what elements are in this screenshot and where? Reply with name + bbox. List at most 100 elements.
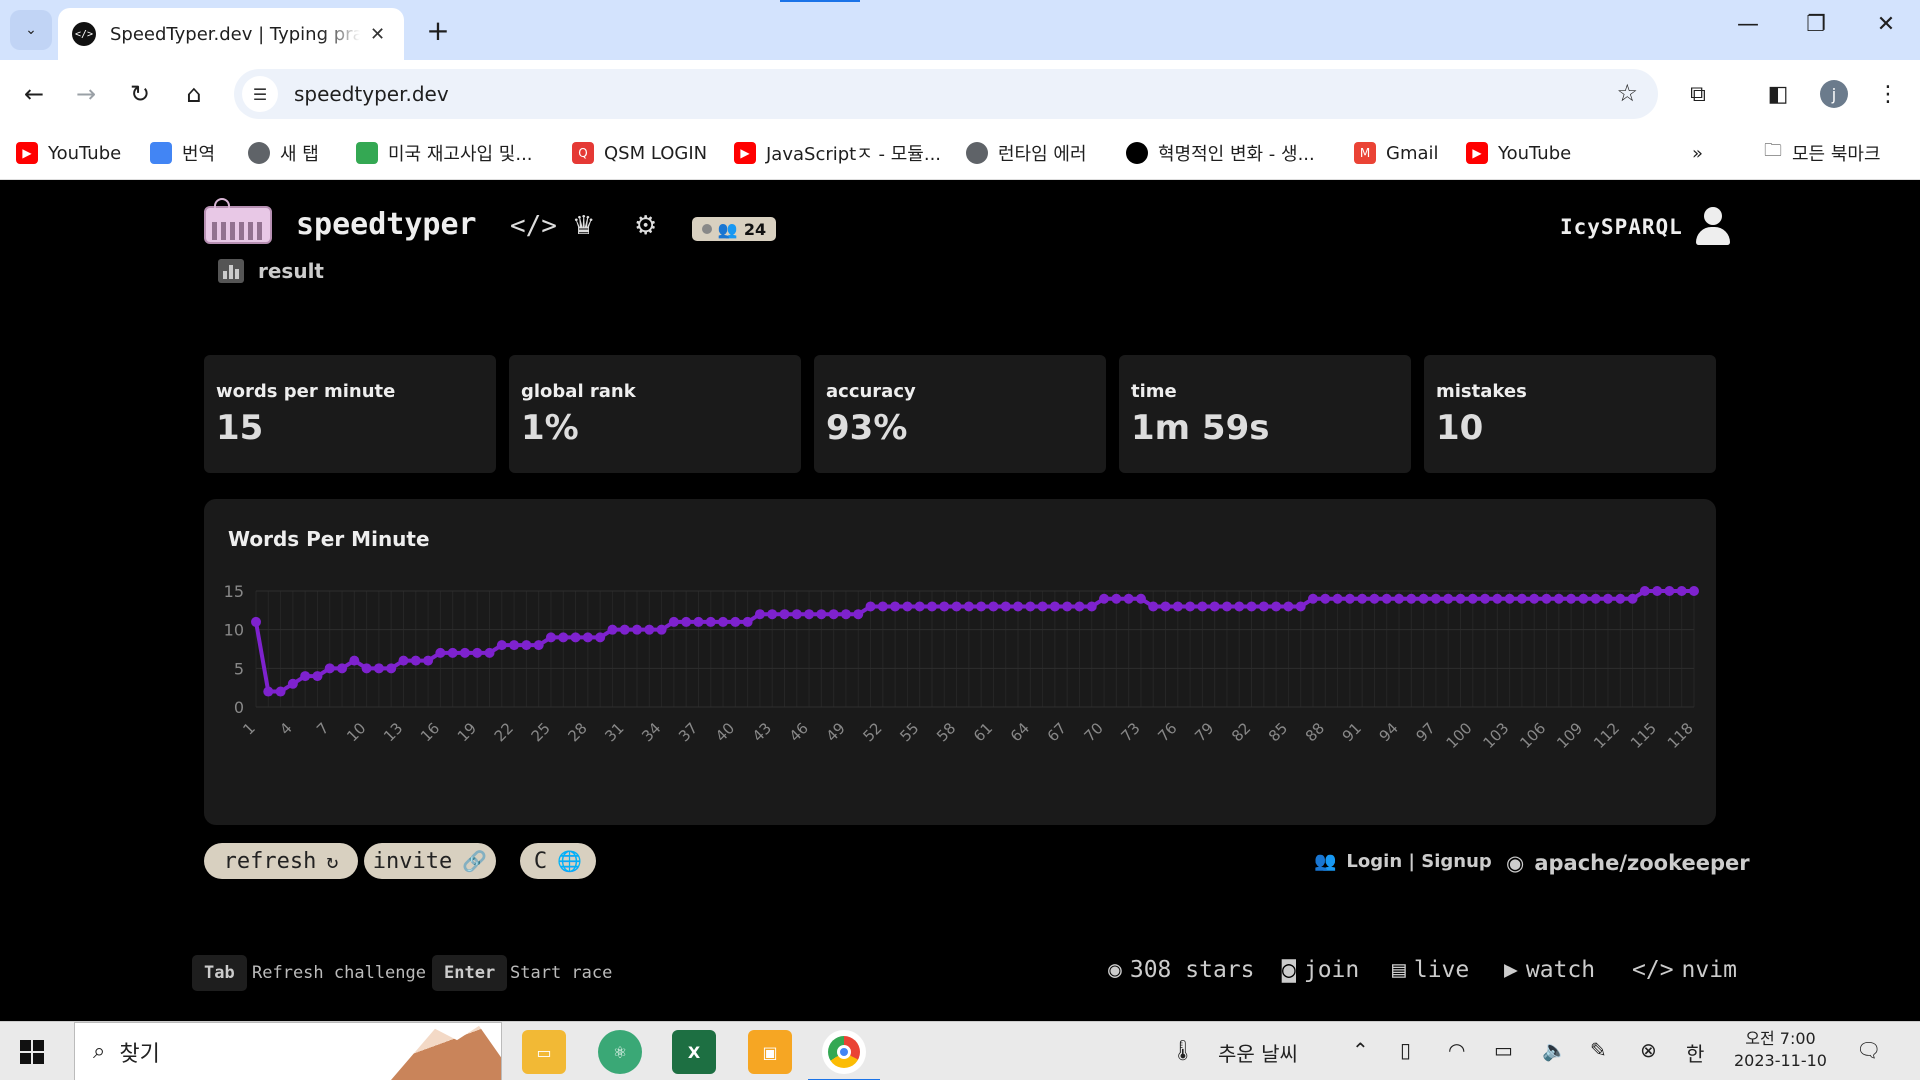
x-tick-label: 73 — [1118, 719, 1144, 745]
bookmark-item[interactable]: M Gmail — [1354, 138, 1439, 168]
battery-icon[interactable]: ▭ — [1494, 1038, 1513, 1062]
x-tick-label: 28 — [564, 719, 590, 745]
wpm-data-point — [1357, 593, 1368, 604]
bookmark-item[interactable]: ▶ YouTube — [1466, 138, 1571, 168]
bookmark-item[interactable]: 번역 — [150, 138, 215, 168]
gear-icon[interactable]: ⚙ — [634, 211, 657, 241]
side-panel-icon[interactable]: ◧ — [1760, 76, 1796, 112]
active-tab[interactable]: </> SpeedTyper.dev | Typing practice ✕ — [58, 8, 404, 60]
wpm-data-point — [853, 609, 864, 620]
wpm-data-point — [1394, 593, 1405, 604]
invite-button[interactable]: invite 🔗 — [364, 843, 496, 879]
volume-icon[interactable]: 🔈 — [1542, 1038, 1567, 1062]
atom-app-icon[interactable]: ⚛ — [598, 1030, 642, 1074]
restore-icon[interactable]: ❐ — [1796, 12, 1836, 37]
reload-icon[interactable]: ↻ — [120, 74, 160, 114]
weather-label[interactable]: 추운 날씨 — [1218, 1038, 1298, 1067]
bookmark-item[interactable]: ▶ YouTube — [16, 138, 121, 168]
window-close-icon[interactable]: ✕ — [1866, 12, 1906, 37]
stat-label: global rank — [521, 381, 636, 402]
repo-link[interactable]: ◉ apache/zookeeper — [1506, 851, 1750, 875]
clock-time: 오전 7:00 — [1745, 1029, 1816, 1048]
tab-key: Tab — [192, 955, 247, 991]
chevron-down-icon: ⌄ — [25, 22, 37, 38]
wpm-data-point — [1553, 593, 1564, 604]
online-users-badge[interactable]: 👥 24 — [692, 217, 776, 241]
pen-icon[interactable]: ✎ — [1590, 1038, 1607, 1062]
site-info-icon[interactable]: ☰ — [242, 76, 278, 112]
bookmark-label: 런타임 에러 — [998, 144, 1087, 165]
login-signup-link[interactable]: 👥 Login | Signup — [1314, 851, 1492, 872]
notifications-icon[interactable]: 🗨 — [1856, 1038, 1881, 1062]
language-button[interactable]: C 🌐 — [520, 843, 596, 879]
chrome-icon[interactable] — [808, 1030, 880, 1080]
forward-icon[interactable]: → — [66, 74, 106, 114]
bookmark-item[interactable]: Q QSM LOGIN — [572, 138, 707, 168]
discord-join-link[interactable]: ◙ join — [1282, 957, 1359, 983]
close-icon[interactable]: ✕ — [370, 24, 385, 45]
file-explorer-icon[interactable]: ▭ — [522, 1030, 566, 1074]
home-icon[interactable]: ⌂ — [174, 74, 214, 114]
username[interactable]: IcySPARQL — [1560, 215, 1683, 239]
wpm-data-point — [324, 663, 335, 674]
menu-kebab-icon[interactable]: ⋮ — [1870, 76, 1906, 112]
x-tick-label: 76 — [1154, 719, 1180, 745]
wpm-data-point — [902, 601, 913, 612]
excel-icon[interactable]: X — [672, 1030, 716, 1074]
profile-avatar[interactable]: j — [1820, 80, 1848, 108]
minimize-icon[interactable]: — — [1728, 12, 1768, 37]
windows-start-icon[interactable] — [20, 1040, 44, 1064]
extensions-icon[interactable]: ⧉ — [1680, 76, 1716, 112]
live-label: live — [1413, 957, 1470, 983]
refresh-button[interactable]: refresh ↻ — [204, 843, 358, 879]
twitch-live-link[interactable]: ▤ live — [1392, 957, 1469, 983]
notes-app-icon[interactable]: ▣ — [748, 1030, 792, 1074]
github-stars-link[interactable]: ◉ 308 stars — [1108, 957, 1254, 983]
wpm-data-point — [312, 671, 323, 682]
new-tab-button[interactable]: + — [418, 10, 458, 50]
wpm-data-point — [828, 609, 839, 620]
bookmark-item[interactable]: 새 탭 — [248, 138, 319, 168]
wpm-data-point — [1111, 593, 1122, 604]
address-bar[interactable]: ☰ speedtyper.dev ☆ — [234, 69, 1658, 119]
nvim-link[interactable]: </> nvim — [1632, 957, 1737, 983]
back-icon[interactable]: ← — [14, 74, 54, 114]
crown-icon[interactable]: ♛ — [572, 211, 595, 241]
wpm-data-point — [632, 624, 643, 635]
wifi-icon[interactable]: ◠ — [1448, 1038, 1465, 1062]
bookmark-item[interactable]: 미국 재고사입 및... — [356, 138, 533, 168]
x-tick-label: 37 — [675, 719, 701, 745]
youtube-watch-link[interactable]: ▶ watch — [1504, 957, 1595, 983]
meet-icon[interactable]: ▯ — [1400, 1038, 1411, 1062]
search-placeholder: 찾기 — [119, 1041, 160, 1067]
keyboard-logo-icon[interactable] — [204, 198, 272, 244]
bookmark-item[interactable]: 혁명적인 변화 - 생... — [1126, 138, 1315, 168]
wpm-data-point — [926, 601, 937, 612]
blocked-icon[interactable]: ⊗ — [1640, 1038, 1657, 1062]
all-bookmarks-folder[interactable]: 🗀 모든 북마크 — [1764, 138, 1881, 168]
bookmark-label: 혁명적인 변화 - 생... — [1158, 144, 1315, 165]
tab-search-button[interactable]: ⌄ — [10, 10, 52, 50]
browser-tabstrip: ⌄ </> SpeedTyper.dev | Typing practice ✕… — [0, 0, 1920, 60]
chevron-up-icon[interactable]: ⌃ — [1352, 1038, 1369, 1062]
user-icon[interactable] — [1696, 207, 1730, 245]
bookmark-star-icon[interactable]: ☆ — [1616, 79, 1638, 107]
weather-icon[interactable]: 🌡 — [1170, 1038, 1195, 1062]
ime-indicator[interactable]: 한 — [1686, 1038, 1704, 1067]
brand-title[interactable]: speedtyper — [296, 207, 477, 242]
bookmark-item[interactable]: 런타임 에러 — [966, 138, 1087, 168]
all-bookmarks-label: 모든 북마크 — [1792, 144, 1881, 165]
bookmark-item[interactable]: ▶ JavaScriptㅈ - 모듈... — [734, 138, 941, 168]
wpm-data-point — [1406, 593, 1417, 604]
y-tick-label: 10 — [224, 621, 244, 640]
taskbar-search[interactable]: ⌕ 찾기 — [74, 1022, 502, 1080]
taskbar-clock[interactable]: 오전 7:00 2023-11-10 — [1734, 1028, 1827, 1072]
result-heading: result — [218, 259, 324, 283]
url-text[interactable]: speedtyper.dev — [294, 82, 449, 106]
more-bookmarks-icon[interactable]: » — [1692, 138, 1703, 168]
stat-card-rank: global rank 1% — [509, 355, 801, 473]
youtube-icon: ▶ — [1466, 142, 1488, 164]
wpm-data-point — [619, 624, 630, 635]
wpm-data-point — [804, 609, 815, 620]
code-icon[interactable]: </> — [510, 211, 557, 241]
